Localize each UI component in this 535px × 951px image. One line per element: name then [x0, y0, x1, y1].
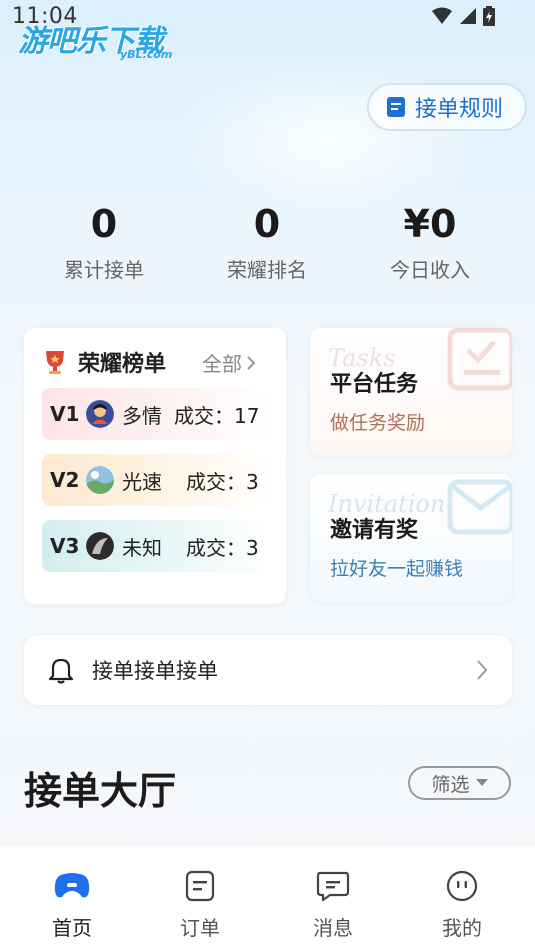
- chevron-right-icon: [247, 355, 256, 370]
- battery-icon: [483, 6, 495, 26]
- watermark-sub: yBL.com: [120, 48, 173, 61]
- avatar: [86, 466, 114, 494]
- section-title: 接单大厅: [24, 769, 177, 813]
- rules-button-label: 接单规则: [415, 97, 504, 122]
- rank-name: 光速: [122, 469, 162, 494]
- honor-all-link[interactable]: 全部: [202, 348, 256, 377]
- platform-task-card[interactable]: Tasks 平台任务 做任务奖励: [310, 328, 512, 456]
- profile-face-icon: [446, 870, 478, 902]
- trophy-icon: [46, 351, 64, 374]
- tab-home[interactable]: 首页: [32, 866, 112, 941]
- rank-deal: 成交：17: [174, 403, 260, 428]
- rank-row[interactable]: V2 光速 成交：3: [42, 454, 276, 506]
- honor-header: 荣耀榜单: [42, 346, 166, 378]
- notice-text: 接单接单接单: [92, 659, 218, 683]
- avatar: [86, 532, 114, 560]
- stat-total-orders: 0 累计接单: [34, 202, 174, 283]
- caret-down-icon: [475, 779, 488, 786]
- bell-icon: [48, 658, 74, 684]
- rank-name: 未知: [122, 535, 162, 560]
- signal-icon: [460, 8, 476, 24]
- filter-label: 筛选: [431, 773, 470, 796]
- checklist-icon: [447, 328, 512, 391]
- rules-button[interactable]: 接单规则: [367, 83, 527, 131]
- document-icon: [387, 97, 405, 117]
- rank-deal: 成交：3: [186, 535, 259, 560]
- tab-label: 我的: [442, 916, 482, 940]
- tab-messages[interactable]: 消息: [293, 866, 373, 941]
- card-subtitle: 做任务奖励: [330, 412, 426, 434]
- stat-value: 0: [253, 202, 281, 246]
- avatar: [86, 400, 114, 428]
- stat-today-income: ¥0 今日收入: [360, 202, 500, 283]
- stat-label: 荣耀排名: [227, 258, 307, 282]
- stat-value: 0: [90, 202, 118, 246]
- rank-deal: 成交：3: [186, 469, 259, 494]
- stat-label: 累计接单: [64, 258, 144, 282]
- card-subtitle: 拉好友一起赚钱: [330, 558, 464, 580]
- rank-level: V2: [50, 468, 80, 492]
- rank-name: 多情: [122, 403, 162, 428]
- watermark-logo: 游吧乐下载 yBL.com: [18, 16, 172, 61]
- tab-orders[interactable]: 订单: [160, 866, 240, 941]
- wifi-icon: [432, 7, 452, 24]
- invite-reward-card[interactable]: Invitation 邀请有奖 拉好友一起赚钱: [310, 474, 512, 602]
- status-icons: [431, 6, 495, 26]
- tab-label: 首页: [52, 916, 92, 940]
- chevron-right-icon: [477, 660, 488, 680]
- rank-row[interactable]: V1 多情 成交：17: [42, 388, 276, 440]
- notice-bar[interactable]: 接单接单接单: [24, 635, 512, 705]
- bottom-tab-bar: 首页 订单 消息 我的: [0, 846, 535, 951]
- stat-value: ¥0: [403, 202, 457, 246]
- order-list-icon: [185, 870, 215, 902]
- gamepad-icon: [54, 873, 90, 898]
- honor-title: 荣耀榜单: [78, 352, 167, 377]
- filter-button[interactable]: 筛选: [408, 766, 511, 800]
- rank-level: V1: [50, 402, 80, 426]
- rank-level: V3: [50, 534, 80, 558]
- card-title: 邀请有奖: [330, 518, 419, 543]
- rank-row[interactable]: V3 未知 成交：3: [42, 520, 276, 572]
- stat-honor-rank: 0 荣耀排名: [197, 202, 337, 283]
- envelope-icon: [447, 479, 512, 535]
- tab-profile[interactable]: 我的: [422, 866, 502, 941]
- tab-label: 订单: [180, 916, 220, 940]
- card-title: 平台任务: [330, 372, 419, 397]
- message-icon: [316, 871, 350, 902]
- tab-label: 消息: [313, 916, 353, 940]
- honor-all-label: 全部: [202, 352, 242, 376]
- stat-label: 今日收入: [390, 258, 470, 282]
